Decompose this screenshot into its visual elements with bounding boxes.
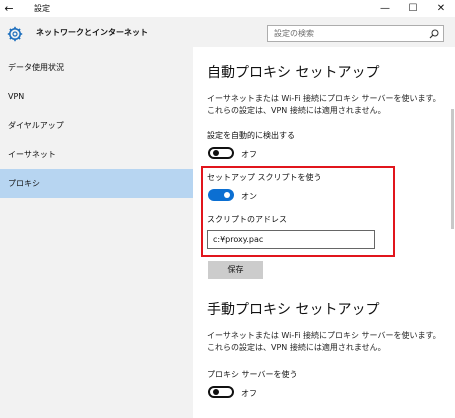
auto-detect-state: オフ [241,150,257,159]
sidebar-title: ネットワークとインターネット [36,28,148,37]
toggle-knob [213,389,219,395]
scrollbar[interactable] [450,47,455,418]
use-proxy-state: オフ [241,389,257,398]
use-proxy-toggle[interactable] [208,386,234,398]
title-bar: ← 設定 — ☐ ✕ [0,0,455,17]
sidebar: ネットワークとインターネット データ使用状況 VPN ダイヤルアップ イーサネッ… [0,17,193,418]
back-arrow-icon[interactable]: ← [0,0,18,17]
window-controls: — ☐ ✕ [371,0,455,17]
minimize-button[interactable]: — [371,0,399,17]
search-placeholder: 設定の検索 [274,29,314,38]
sidebar-item-proxy[interactable]: プロキシ [0,169,193,198]
setup-script-state: オン [241,192,257,201]
manual-proxy-description: イーサネットまたは Wi-Fi 接続にプロキシ サーバーを使います。これらの設定… [207,331,441,352]
gear-icon [7,26,23,42]
search-input[interactable]: 設定の検索 [267,25,444,42]
save-button[interactable]: 保存 [208,261,263,279]
setup-script-label: セットアップ スクリプトを使う [207,173,322,182]
window-title: 設定 [34,4,50,13]
script-address-field[interactable]: c:¥proxy.pac [207,230,375,249]
toggle-knob [224,192,230,198]
sidebar-item-vpn[interactable]: VPN [0,82,193,111]
use-proxy-label: プロキシ サーバーを使う [207,370,298,379]
close-button[interactable]: ✕ [427,0,455,17]
sidebar-item-dialup[interactable]: ダイヤルアップ [0,111,193,140]
manual-proxy-heading: 手動プロキシ セットアップ [207,302,380,318]
toggle-knob [213,150,219,156]
script-address-label: スクリプトのアドレス [207,215,287,224]
auto-proxy-description: イーサネットまたは Wi-Fi 接続にプロキシ サーバーを使います。これらの設定… [207,94,441,115]
auto-proxy-heading: 自動プロキシ セットアップ [207,65,380,81]
sidebar-item-ethernet[interactable]: イーサネット [0,140,193,169]
maximize-button[interactable]: ☐ [399,0,427,17]
sidebar-item-data-usage[interactable]: データ使用状況 [0,53,193,82]
auto-detect-label: 設定を自動的に検出する [207,131,295,140]
search-icon[interactable] [429,29,439,39]
sidebar-header: ネットワークとインターネット [0,24,193,44]
setup-script-toggle[interactable] [208,189,234,201]
scrollbar-thumb[interactable] [451,109,454,229]
settings-window: ← 設定 — ☐ ✕ ネットワークとインターネット データ使用状況 VPN ダイ… [0,0,455,418]
sidebar-nav: データ使用状況 VPN ダイヤルアップ イーサネット プロキシ [0,53,193,198]
auto-detect-toggle[interactable] [208,147,234,159]
